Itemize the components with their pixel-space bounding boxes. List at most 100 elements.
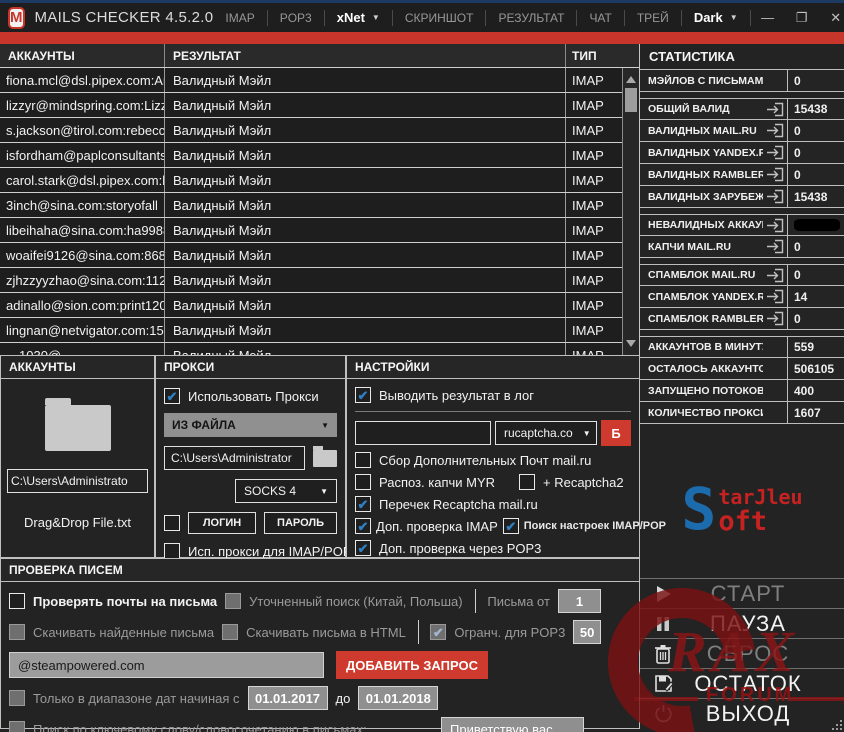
export-arrow-icon[interactable] [763,268,787,283]
recheck-recaptcha-checkbox[interactable] [355,496,371,512]
menu-item[interactable]: IMAP ▼ [213,9,268,26]
date-to-input[interactable]: 01.01.2018 [358,686,439,710]
export-arrow-icon[interactable] [763,189,787,204]
balance-button[interactable]: Б [601,420,631,446]
proxy-auth-checkbox[interactable] [164,515,180,531]
table-row[interactable]: isfordham@paplconsultants.com:sor Валидн… [0,143,622,168]
table-row[interactable]: s.jackson@tirol.com:rebecca1rebecca Вали… [0,118,622,143]
menu-item[interactable]: xNet ▼ [325,9,393,26]
proxy-imap-pop3-label: Исп. прокси для IMAP/POP3 [188,543,359,559]
settings-panel: НАСТРОЙКИ Выводить результат в лог rucap… [346,355,666,588]
export-arrow-icon[interactable] [763,145,787,160]
proxy-type-select[interactable]: SOCKS 4 ▼ [235,479,337,503]
query-input[interactable]: @steampowered.com [9,652,324,678]
log-output-checkbox[interactable] [355,387,371,403]
collect-extra-mails-checkbox[interactable] [355,452,371,468]
export-arrow-icon[interactable] [763,102,787,117]
folder-icon[interactable] [44,398,111,451]
download-html-checkbox[interactable] [222,624,239,640]
proxy-panel-title: ПРОКСИ [156,356,345,379]
exit-button[interactable]: ВЫХОД [640,698,844,728]
menu-item[interactable]: Dark ▼ [682,9,751,26]
export-arrow-icon[interactable] [763,123,787,138]
cell-account: lingnan@netvigator.com:15stubbsl1 [0,318,165,342]
close-button[interactable]: ✕ [819,3,844,32]
remainder-button[interactable]: ОСТАТОК [640,668,844,698]
use-proxy-checkbox[interactable] [164,388,180,404]
pop3-check-checkbox[interactable] [355,540,371,556]
export-arrow-icon[interactable] [763,239,787,254]
date-from-input[interactable]: 01.01.2017 [247,686,328,710]
cell-account: woaifei9126@sina.com:86823537 [0,243,165,267]
power-icon [640,704,686,723]
table-row[interactable]: lizzyr@mindspring.com:Lizzyr12 Валидный … [0,93,622,118]
letters-from-input[interactable]: 1 [557,589,601,613]
captcha-key-input[interactable] [355,421,491,445]
table-row[interactable]: carol.stark@dsl.pipex.com:bobbysox Валид… [0,168,622,193]
table-row[interactable]: adinallo@sion.com:print1200123prin Валид… [0,293,622,318]
cell-type: IMAP [565,268,622,292]
table-row[interactable]: fiona.mcl@dsl.pipex.com:Amethyst6 Валидн… [0,68,622,93]
imap-check-checkbox[interactable] [355,518,371,534]
table-row[interactable]: libeihaha@sina.com:ha9988ha99 Валидный М… [0,218,622,243]
table-row[interactable]: 3inch@sina.com:storyofall Валидный Мэйл … [0,193,622,218]
censored-value [794,219,840,231]
download-found-label: Скачивать найденные письма [33,624,215,640]
table-scrollbar[interactable] [622,68,639,355]
proxy-imap-pop3-checkbox[interactable] [164,543,180,559]
logo-line1: tarJleu [718,484,803,509]
export-arrow-icon[interactable] [763,167,787,182]
log-output-label: Выводить результат в лог [379,387,534,403]
menu-item[interactable]: ТРЕЙ ▼ [625,9,682,26]
scroll-down-icon[interactable] [626,340,636,347]
accent-bar [0,32,844,44]
add-query-button[interactable]: ДОБАВИТЬ ЗАПРОС [336,651,488,679]
proxy-path-input[interactable]: C:\Users\Administrator [164,446,305,470]
accounts-file-path[interactable]: C:\Users\Administrato [7,469,148,493]
login-button[interactable]: ЛОГИН [188,512,257,534]
captcha-service-select[interactable]: rucaptcha.co ▼ [495,421,597,445]
export-arrow-icon[interactable] [763,218,787,233]
pause-button[interactable]: ПАУЗА [640,608,844,638]
menu-item[interactable]: СКРИНШОТ ▼ [393,9,487,26]
column-header-accounts[interactable]: АККАУНТЫ [0,44,165,67]
export-arrow-icon[interactable] [763,289,787,304]
menu-item[interactable]: ЧАТ ▼ [577,9,625,26]
pop3-limit-checkbox[interactable] [430,624,447,640]
cell-type: IMAP [565,68,622,92]
pop3-limit-input[interactable]: 50 [573,620,601,644]
maximize-button[interactable]: ❐ [785,3,819,32]
stat-row: СПАМБЛОК RAMBLER.RU 0 [640,308,844,330]
recognize-captcha-checkbox[interactable] [355,474,371,490]
proxy-source-select[interactable]: ИЗ ФАЙЛА ▼ [164,413,337,437]
letters-from-label: Письма от [487,593,550,609]
password-button[interactable]: ПАРОЛЬ [264,512,337,534]
scroll-up-icon[interactable] [626,76,636,83]
scrollbar-thumb[interactable] [625,88,637,112]
proxy-panel: ПРОКСИ Использовать Прокси ИЗ ФАЙЛА ▼ C:… [155,355,359,559]
refined-search-checkbox[interactable] [225,593,242,609]
keyword-search-checkbox[interactable] [9,721,25,732]
download-found-checkbox[interactable] [9,624,25,640]
check-mails-checkbox[interactable] [9,593,25,609]
table-row[interactable]: zjhzzyyzhao@sina.com:11230 Валидный Мэйл… [0,268,622,293]
export-arrow-icon[interactable] [763,311,787,326]
menu-item[interactable]: POP3 ▼ [268,9,325,26]
date-range-checkbox[interactable] [9,690,25,706]
minimize-button[interactable]: — [751,3,785,32]
table-row[interactable]: woaifei9126@sina.com:86823537 Валидный М… [0,243,622,268]
column-header-result[interactable]: РЕЗУЛЬТАТ [165,44,565,67]
table-row-partial[interactable]: …1030@… Валидный Мэйл IMAP [0,343,622,355]
start-button[interactable]: СТАРТ [640,578,844,608]
menu-item[interactable]: РЕЗУЛЬТАТ ▼ [486,9,578,26]
column-header-type[interactable]: ТИП [565,44,622,67]
table-row[interactable]: lingnan@netvigator.com:15stubbsl1 Валидн… [0,318,622,343]
reset-button[interactable]: СБРОС [640,638,844,668]
imap-pop-settings-checkbox[interactable] [502,518,519,534]
cell-type: IMAP [565,193,622,217]
play-icon [640,584,686,604]
resize-grip[interactable] [830,718,842,730]
folder-icon[interactable] [313,445,337,467]
recaptcha2-checkbox[interactable] [519,474,535,490]
keyword-input[interactable]: Приветствую вас, [441,717,584,732]
